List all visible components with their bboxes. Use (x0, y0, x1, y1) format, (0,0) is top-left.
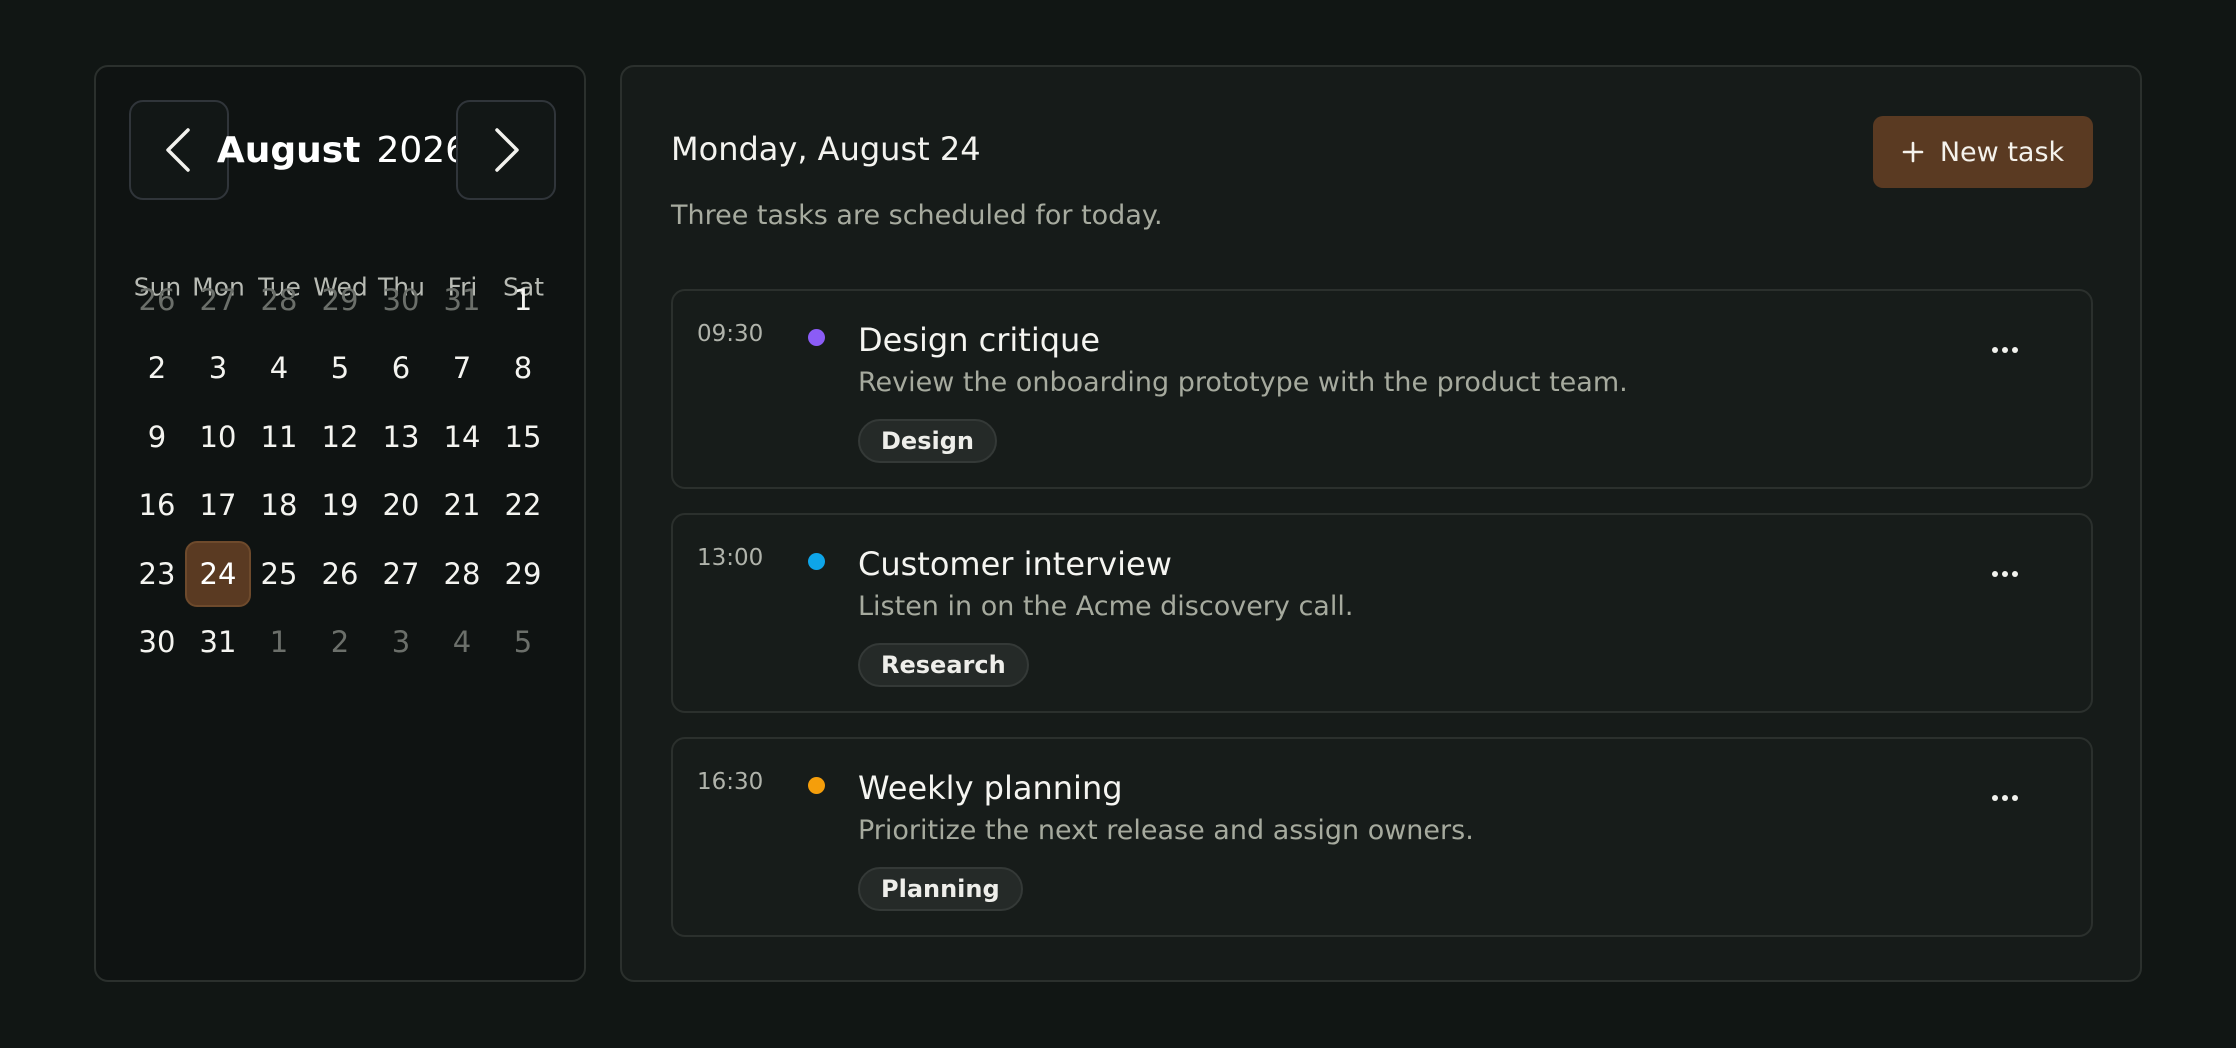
task-color-dot (808, 329, 825, 346)
day-cell[interactable]: 26 (124, 267, 190, 333)
task-time: 16:30 (697, 769, 764, 795)
chevron-right-icon (491, 127, 521, 173)
day-cell[interactable]: 3 (368, 609, 434, 675)
day-cell[interactable]: 29 (307, 267, 373, 333)
new-task-button[interactable]: New task (1873, 116, 2093, 188)
day-cell[interactable]: 30 (368, 267, 434, 333)
day-cell[interactable]: 1 (246, 609, 312, 675)
day-cell[interactable]: 31 (185, 609, 251, 675)
day-cell[interactable]: 26 (307, 541, 373, 607)
prev-month-button[interactable] (129, 100, 229, 200)
task-time: 09:30 (697, 321, 764, 347)
day-cell[interactable]: 1 (490, 267, 556, 333)
day-cell[interactable]: 4 (246, 335, 312, 401)
task-description: Listen in on the Acme discovery call. (858, 591, 1354, 622)
day-cell[interactable]: 10 (185, 404, 251, 470)
day-cell[interactable]: 7 (429, 335, 495, 401)
day-cell-selected[interactable]: 24 (185, 541, 251, 607)
day-cell[interactable]: 12 (307, 404, 373, 470)
task-color-dot (808, 777, 825, 794)
day-cell[interactable]: 6 (368, 335, 434, 401)
task-description: Review the onboarding prototype with the… (858, 367, 1628, 398)
day-cell[interactable]: 23 (124, 541, 190, 607)
day-cell[interactable]: 5 (307, 335, 373, 401)
day-cell[interactable]: 27 (185, 267, 251, 333)
selected-date-title: Monday, August 24 (671, 130, 981, 168)
task-tag[interactable]: Research (858, 643, 1029, 687)
calendar-panel: August 2026 Sun Mon Tue Wed Thu Fri Sat 26 27 28… (94, 65, 586, 982)
day-cell[interactable]: 15 (490, 404, 556, 470)
day-cell[interactable]: 22 (490, 472, 556, 538)
chevron-left-icon (164, 127, 194, 173)
month-year-title: August 2026 (217, 117, 468, 183)
task-tag[interactable]: Design (858, 419, 997, 463)
day-cell[interactable]: 20 (368, 472, 434, 538)
day-cell[interactable]: 25 (246, 541, 312, 607)
more-horizontal-icon[interactable] (1985, 783, 2025, 813)
day-cell[interactable]: 19 (307, 472, 373, 538)
plus-icon (1902, 141, 1924, 163)
month-label: August (216, 129, 361, 171)
more-horizontal-icon[interactable] (1985, 559, 2025, 589)
tasks-summary: Three tasks are scheduled for today. (671, 200, 1163, 231)
day-cell[interactable]: 28 (429, 541, 495, 607)
day-cell[interactable]: 9 (124, 404, 190, 470)
task-title: Weekly planning (858, 769, 1123, 807)
day-tasks-panel: Monday, August 24 Three tasks are schedu… (620, 65, 2142, 982)
task-color-dot (808, 553, 825, 570)
day-cell[interactable]: 31 (429, 267, 495, 333)
day-cell[interactable]: 16 (124, 472, 190, 538)
day-cell[interactable]: 30 (124, 609, 190, 675)
task-card[interactable]: 16:30 Weekly planning Prioritize the nex… (671, 737, 2093, 937)
day-cell[interactable]: 28 (246, 267, 312, 333)
day-cell[interactable]: 29 (490, 541, 556, 607)
new-task-label: New task (1939, 136, 2065, 168)
day-cell[interactable]: 21 (429, 472, 495, 538)
day-cell[interactable]: 3 (185, 335, 251, 401)
day-cell[interactable]: 18 (246, 472, 312, 538)
task-time: 13:00 (697, 545, 764, 571)
year-label: 2026 (376, 129, 469, 171)
task-title: Customer interview (858, 545, 1172, 583)
day-cell[interactable]: 11 (246, 404, 312, 470)
day-cell[interactable]: 2 (124, 335, 190, 401)
day-cell[interactable]: 14 (429, 404, 495, 470)
day-cell[interactable]: 4 (429, 609, 495, 675)
day-cell[interactable]: 2 (307, 609, 373, 675)
task-title: Design critique (858, 321, 1101, 359)
task-card[interactable]: 09:30 Design critique Review the onboard… (671, 289, 2093, 489)
day-cell[interactable]: 8 (490, 335, 556, 401)
next-month-button[interactable] (456, 100, 556, 200)
day-cell[interactable]: 5 (490, 609, 556, 675)
task-card[interactable]: 13:00 Customer interview Listen in on th… (671, 513, 2093, 713)
day-cell[interactable]: 27 (368, 541, 434, 607)
day-cell[interactable]: 13 (368, 404, 434, 470)
day-cell[interactable]: 17 (185, 472, 251, 538)
more-horizontal-icon[interactable] (1985, 335, 2025, 365)
task-tag[interactable]: Planning (858, 867, 1023, 911)
task-description: Prioritize the next release and assign o… (858, 815, 1474, 846)
